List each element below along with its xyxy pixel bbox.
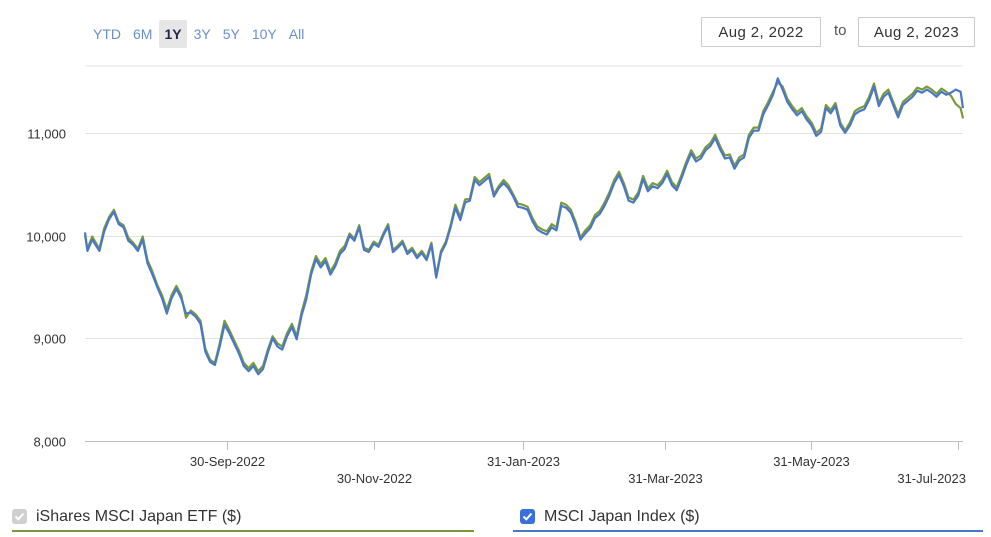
x-tick-label: 31-Jan-2023 [487, 454, 560, 469]
legend-item-ishares[interactable]: iShares MSCI Japan ETF ($) [12, 500, 241, 533]
line-chart: 8,000 9,000 10,000 11,000 30-Sep-2022 30-Nov-… [26, 65, 966, 486]
y-tick-label: 10,000 [26, 230, 66, 245]
y-tick-label: 8,000 [33, 435, 66, 450]
chart-series [83, 77, 965, 376]
x-tick-label: 30-Nov-2022 [337, 471, 412, 486]
legend-underline-msci [513, 530, 983, 532]
x-tick-label: 31-Mar-2023 [628, 471, 702, 486]
x-tick-label: 30-Sep-2022 [190, 454, 265, 469]
series-line-0 [83, 81, 965, 373]
y-tick-label: 9,000 [33, 332, 66, 347]
legend-label-ishares: iShares MSCI Japan ETF ($) [36, 507, 242, 525]
legend-label-msci: MSCI Japan Index ($) [544, 507, 700, 525]
x-tick-label: 31-May-2023 [773, 454, 850, 469]
checkmark-icon [522, 512, 533, 521]
x-tick-label: 31-Jul-2023 [897, 471, 966, 486]
legend-underline-ishares [12, 530, 474, 532]
legend-checkbox-ishares[interactable] [12, 509, 27, 524]
y-tick-label: 11,000 [27, 127, 66, 142]
series-line-1 [83, 77, 965, 376]
chart-grid [85, 65, 963, 442]
legend-item-msci[interactable]: MSCI Japan Index ($) [520, 500, 700, 533]
legend-checkbox-msci[interactable] [520, 509, 535, 524]
checkmark-icon [14, 512, 25, 521]
